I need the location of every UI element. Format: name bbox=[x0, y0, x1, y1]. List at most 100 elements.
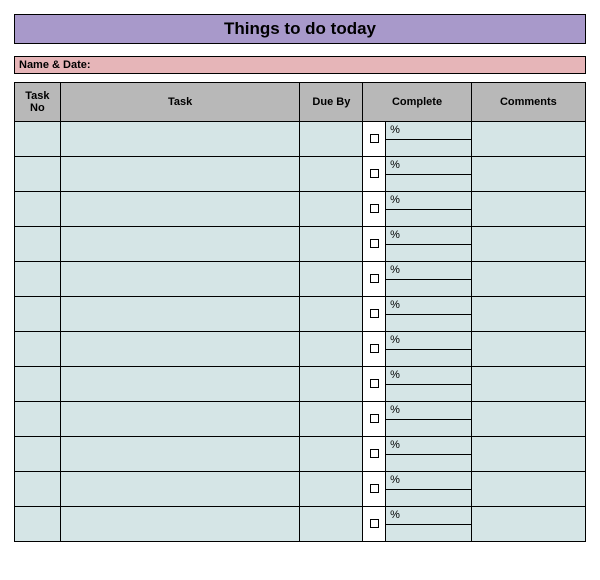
cell-task[interactable] bbox=[60, 297, 300, 332]
cell-task-no[interactable] bbox=[15, 157, 61, 192]
cell-complete: % bbox=[386, 297, 472, 332]
cell-complete-checkbox[interactable] bbox=[363, 192, 386, 227]
name-date-bar[interactable]: Name & Date: bbox=[14, 56, 586, 74]
cell-comments[interactable] bbox=[471, 472, 585, 507]
cell-comments[interactable] bbox=[471, 437, 585, 472]
cell-task[interactable] bbox=[60, 192, 300, 227]
cell-due-by[interactable] bbox=[300, 367, 363, 402]
percent-bar bbox=[386, 420, 471, 437]
cell-task-no[interactable] bbox=[15, 507, 61, 542]
cell-task-no[interactable] bbox=[15, 472, 61, 507]
cell-task[interactable] bbox=[60, 367, 300, 402]
cell-comments[interactable] bbox=[471, 507, 585, 542]
percent-value[interactable]: % bbox=[386, 122, 471, 140]
header-comments: Comments bbox=[471, 83, 585, 122]
cell-comments[interactable] bbox=[471, 157, 585, 192]
percent-value[interactable]: % bbox=[386, 472, 471, 490]
cell-complete-checkbox[interactable] bbox=[363, 437, 386, 472]
cell-complete-checkbox[interactable] bbox=[363, 472, 386, 507]
cell-comments[interactable] bbox=[471, 367, 585, 402]
header-complete: Complete bbox=[363, 83, 471, 122]
cell-complete-checkbox[interactable] bbox=[363, 507, 386, 542]
percent-value[interactable]: % bbox=[386, 297, 471, 315]
cell-complete-checkbox[interactable] bbox=[363, 262, 386, 297]
cell-comments[interactable] bbox=[471, 402, 585, 437]
cell-task[interactable] bbox=[60, 227, 300, 262]
cell-task[interactable] bbox=[60, 507, 300, 542]
checkbox-icon[interactable] bbox=[370, 239, 379, 248]
cell-due-by[interactable] bbox=[300, 437, 363, 472]
cell-complete: % bbox=[386, 367, 472, 402]
percent-value[interactable]: % bbox=[386, 157, 471, 175]
percent-bar bbox=[386, 525, 471, 542]
cell-complete-checkbox[interactable] bbox=[363, 122, 386, 157]
cell-task[interactable] bbox=[60, 122, 300, 157]
percent-value[interactable]: % bbox=[386, 227, 471, 245]
cell-task-no[interactable] bbox=[15, 437, 61, 472]
table-row: % bbox=[15, 122, 586, 157]
cell-task-no[interactable] bbox=[15, 122, 61, 157]
cell-task-no[interactable] bbox=[15, 262, 61, 297]
table-row: % bbox=[15, 227, 586, 262]
cell-task[interactable] bbox=[60, 262, 300, 297]
checkbox-icon[interactable] bbox=[370, 519, 379, 528]
cell-complete-checkbox[interactable] bbox=[363, 297, 386, 332]
cell-task[interactable] bbox=[60, 157, 300, 192]
checkbox-icon[interactable] bbox=[370, 134, 379, 143]
cell-due-by[interactable] bbox=[300, 332, 363, 367]
checkbox-icon[interactable] bbox=[370, 274, 379, 283]
cell-comments[interactable] bbox=[471, 192, 585, 227]
cell-due-by[interactable] bbox=[300, 402, 363, 437]
checkbox-icon[interactable] bbox=[370, 449, 379, 458]
percent-bar bbox=[386, 350, 471, 367]
checkbox-icon[interactable] bbox=[370, 309, 379, 318]
cell-task[interactable] bbox=[60, 472, 300, 507]
percent-value[interactable]: % bbox=[386, 367, 471, 385]
todo-table: Task No Task Due By Complete Comments %%… bbox=[14, 82, 586, 542]
cell-due-by[interactable] bbox=[300, 472, 363, 507]
cell-comments[interactable] bbox=[471, 332, 585, 367]
cell-due-by[interactable] bbox=[300, 192, 363, 227]
cell-complete-checkbox[interactable] bbox=[363, 227, 386, 262]
cell-complete-checkbox[interactable] bbox=[363, 367, 386, 402]
percent-value[interactable]: % bbox=[386, 262, 471, 280]
cell-due-by[interactable] bbox=[300, 227, 363, 262]
checkbox-icon[interactable] bbox=[370, 379, 379, 388]
cell-complete-checkbox[interactable] bbox=[363, 402, 386, 437]
cell-task-no[interactable] bbox=[15, 297, 61, 332]
cell-task-no[interactable] bbox=[15, 367, 61, 402]
cell-due-by[interactable] bbox=[300, 262, 363, 297]
cell-task-no[interactable] bbox=[15, 192, 61, 227]
cell-comments[interactable] bbox=[471, 122, 585, 157]
checkbox-icon[interactable] bbox=[370, 484, 379, 493]
percent-value[interactable]: % bbox=[386, 332, 471, 350]
checkbox-icon[interactable] bbox=[370, 414, 379, 423]
percent-bar bbox=[386, 455, 471, 472]
checkbox-icon[interactable] bbox=[370, 169, 379, 178]
percent-value[interactable]: % bbox=[386, 437, 471, 455]
percent-value[interactable]: % bbox=[386, 192, 471, 210]
percent-value[interactable]: % bbox=[386, 507, 471, 525]
checkbox-icon[interactable] bbox=[370, 344, 379, 353]
percent-value[interactable]: % bbox=[386, 402, 471, 420]
cell-task[interactable] bbox=[60, 332, 300, 367]
cell-due-by[interactable] bbox=[300, 507, 363, 542]
cell-complete: % bbox=[386, 192, 472, 227]
cell-due-by[interactable] bbox=[300, 157, 363, 192]
cell-task[interactable] bbox=[60, 402, 300, 437]
checkbox-icon[interactable] bbox=[370, 204, 379, 213]
cell-due-by[interactable] bbox=[300, 297, 363, 332]
cell-task-no[interactable] bbox=[15, 332, 61, 367]
cell-complete-checkbox[interactable] bbox=[363, 157, 386, 192]
table-row: % bbox=[15, 332, 586, 367]
cell-comments[interactable] bbox=[471, 262, 585, 297]
cell-task-no[interactable] bbox=[15, 227, 61, 262]
cell-task[interactable] bbox=[60, 437, 300, 472]
cell-complete-checkbox[interactable] bbox=[363, 332, 386, 367]
cell-due-by[interactable] bbox=[300, 122, 363, 157]
table-row: % bbox=[15, 402, 586, 437]
cell-comments[interactable] bbox=[471, 297, 585, 332]
cell-comments[interactable] bbox=[471, 227, 585, 262]
cell-task-no[interactable] bbox=[15, 402, 61, 437]
cell-complete: % bbox=[386, 332, 472, 367]
